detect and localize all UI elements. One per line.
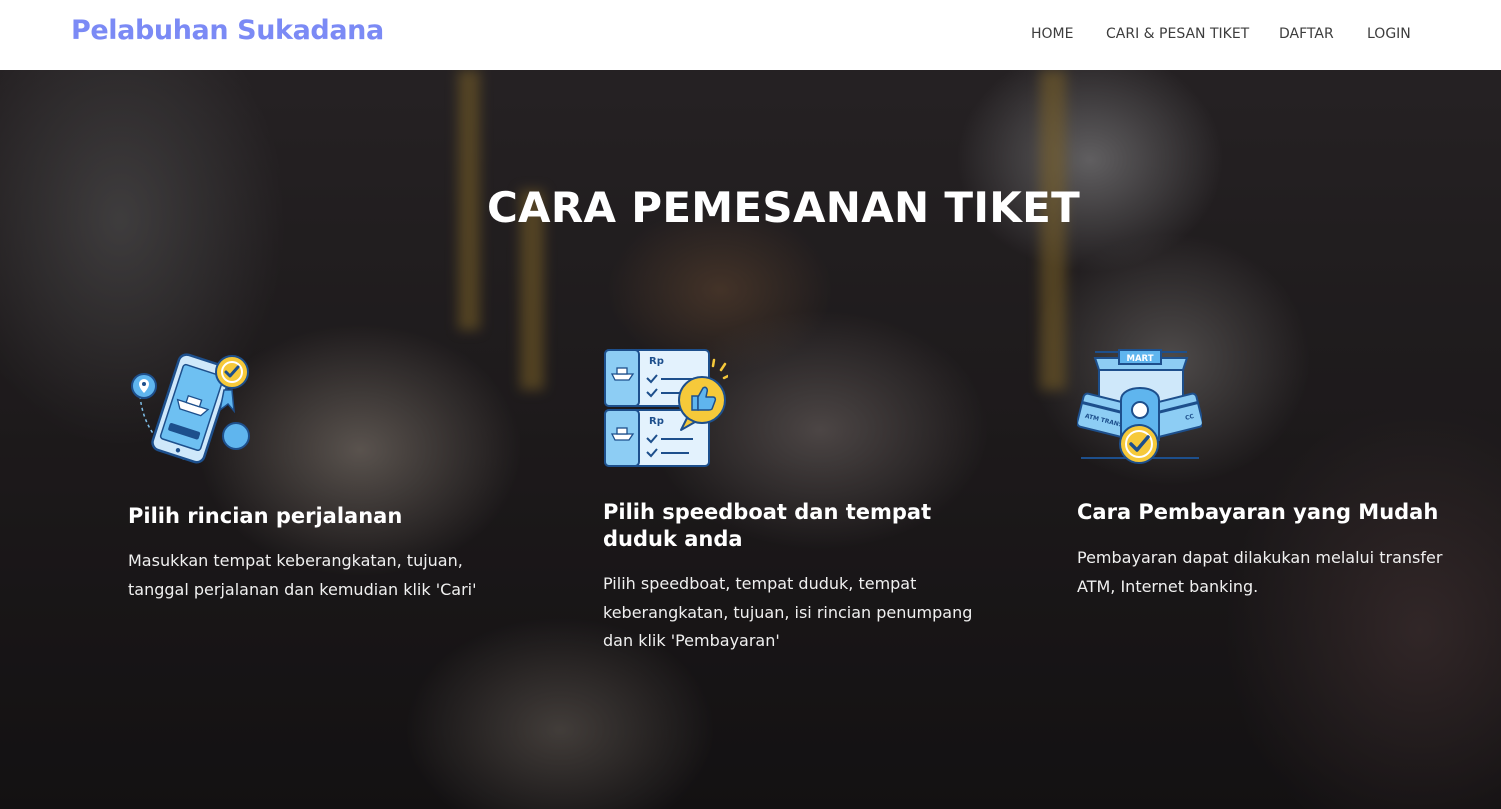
price-tag-label: Rp (649, 356, 664, 367)
nav-login-link[interactable]: LOGIN (1367, 26, 1411, 42)
main-nav: HOME CARI & PESAN TIKET DAFTAR LOGIN (0, 26, 1501, 46)
phone-boat-icon (128, 348, 253, 473)
section-title: CARA PEMESANAN TIKET (486, 183, 1081, 232)
payment-cards-icon: MART ATM TRANSFER CC (1076, 348, 1204, 473)
step-card-travel-details: Pilih rincian perjalanan Masukkan tempat… (128, 348, 508, 648)
store-sign-label: MART (1127, 354, 1154, 364)
nav-home-link[interactable]: HOME (1031, 26, 1073, 42)
nav-search-tickets-link[interactable]: CARI & PESAN TIKET (1106, 26, 1249, 42)
step-card-choose-speedboat: Rp Rp Pilih speedboat dan tempat duduk a… (603, 348, 983, 668)
step-title: Cara Pembayaran yang Mudah (1077, 500, 1439, 524)
step-description: Masukkan tempat keberangkatan, tujuan, t… (128, 551, 477, 599)
step-title: Pilih speedboat dan tempat duduk anda (603, 500, 932, 551)
step-title: Pilih rincian perjalanan (128, 504, 403, 528)
nav-register-link[interactable]: DAFTAR (1279, 26, 1334, 42)
tickets-thumbsup-icon: Rp Rp (603, 348, 730, 473)
step-description: Pilih speedboat, tempat duduk, tempat ke… (603, 574, 973, 650)
step-card-easy-payment: MART ATM TRANSFER CC Cara Pembayaran yan… (1076, 348, 1487, 608)
how-to-book-section: CARA PEMESANAN TIKET Pilih rincian perja… (0, 70, 1501, 809)
price-tag-label: Rp (649, 416, 664, 427)
step-description: Pembayaran dapat dilakukan melalui trans… (1077, 548, 1443, 596)
navbar: Pelabuhan Sukadana HOME CARI & PESAN TIK… (0, 0, 1501, 70)
